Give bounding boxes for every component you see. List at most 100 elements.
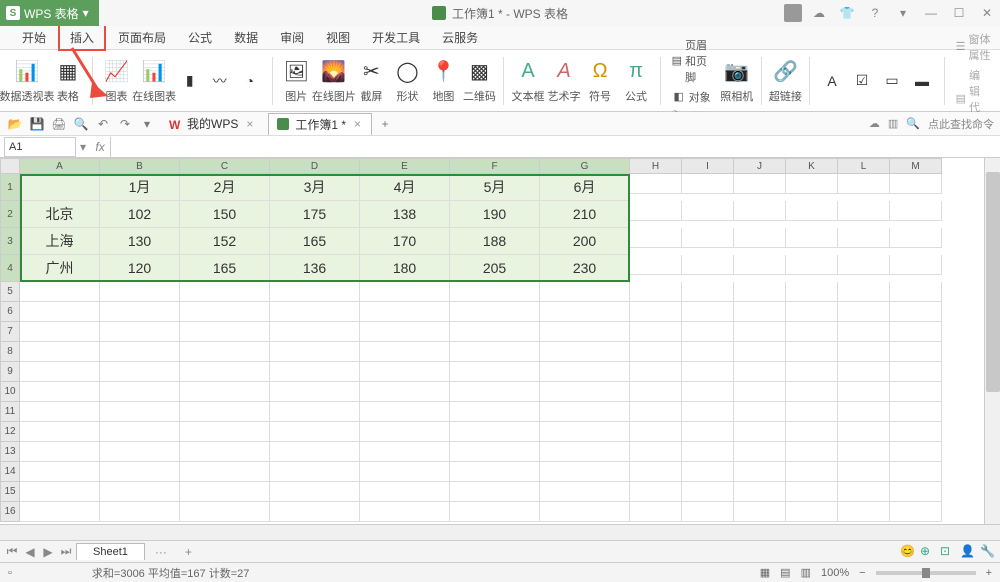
cell[interactable] bbox=[786, 482, 838, 502]
cell[interactable]: 150 bbox=[180, 201, 270, 228]
cell[interactable] bbox=[838, 502, 890, 522]
cell[interactable]: 138 bbox=[360, 201, 450, 228]
zoom-slider[interactable] bbox=[876, 571, 976, 575]
cell[interactable] bbox=[270, 282, 360, 302]
cell[interactable] bbox=[734, 362, 786, 382]
cell[interactable] bbox=[630, 422, 682, 442]
close-button[interactable]: ✕ bbox=[974, 3, 1000, 23]
cell[interactable] bbox=[786, 282, 838, 302]
ribbon-equation[interactable]: π公式 bbox=[620, 56, 652, 106]
cell[interactable] bbox=[786, 382, 838, 402]
cell[interactable] bbox=[682, 174, 734, 194]
doc-tab-mywps[interactable]: W 我的WPS × bbox=[160, 112, 264, 135]
cell[interactable] bbox=[450, 482, 540, 502]
cell[interactable] bbox=[360, 282, 450, 302]
cell[interactable] bbox=[890, 442, 942, 462]
cell[interactable] bbox=[630, 228, 682, 248]
ribbon-mini-bar[interactable]: ▮ bbox=[176, 70, 204, 92]
cell[interactable] bbox=[270, 402, 360, 422]
row-header[interactable]: 7 bbox=[0, 322, 20, 342]
cell[interactable] bbox=[734, 382, 786, 402]
col-header[interactable]: I bbox=[682, 158, 734, 174]
cell[interactable] bbox=[630, 322, 682, 342]
search-hint[interactable]: 点此查找命令 bbox=[928, 116, 994, 132]
menu-cloud[interactable]: 云服务 bbox=[432, 26, 488, 49]
cell[interactable] bbox=[890, 402, 942, 422]
cell[interactable] bbox=[838, 342, 890, 362]
cell[interactable] bbox=[360, 302, 450, 322]
tab-close-icon[interactable]: × bbox=[352, 117, 363, 131]
cell[interactable] bbox=[838, 322, 890, 342]
cell[interactable] bbox=[630, 342, 682, 362]
cell[interactable] bbox=[20, 502, 100, 522]
cell[interactable] bbox=[100, 442, 180, 462]
cell[interactable] bbox=[450, 362, 540, 382]
cell[interactable] bbox=[682, 462, 734, 482]
cell[interactable] bbox=[682, 255, 734, 275]
qat-save[interactable]: 💾 bbox=[28, 115, 46, 133]
cell[interactable] bbox=[100, 502, 180, 522]
cell[interactable]: 165 bbox=[270, 228, 360, 255]
cell[interactable] bbox=[360, 382, 450, 402]
cell[interactable] bbox=[360, 462, 450, 482]
col-header[interactable]: J bbox=[734, 158, 786, 174]
cell[interactable] bbox=[734, 422, 786, 442]
col-header[interactable]: D bbox=[270, 158, 360, 174]
col-header[interactable]: B bbox=[100, 158, 180, 174]
ribbon-mini-pie[interactable]: ◔ bbox=[236, 70, 264, 92]
cell[interactable] bbox=[890, 201, 942, 221]
cell[interactable] bbox=[786, 228, 838, 248]
cell[interactable] bbox=[100, 382, 180, 402]
row-header[interactable]: 1 bbox=[0, 174, 20, 201]
fx-icon[interactable]: fx bbox=[90, 140, 110, 154]
cell[interactable] bbox=[838, 282, 890, 302]
cell[interactable] bbox=[734, 228, 786, 248]
cell[interactable] bbox=[890, 174, 942, 194]
maximize-button[interactable]: ☐ bbox=[946, 3, 972, 23]
row-header[interactable]: 12 bbox=[0, 422, 20, 442]
cell[interactable] bbox=[838, 362, 890, 382]
cell[interactable] bbox=[20, 422, 100, 442]
cell[interactable] bbox=[180, 302, 270, 322]
col-header[interactable]: H bbox=[630, 158, 682, 174]
cell[interactable] bbox=[270, 462, 360, 482]
menu-review[interactable]: 审阅 bbox=[270, 26, 314, 49]
cell[interactable] bbox=[20, 482, 100, 502]
ribbon-table[interactable]: ▦表格 bbox=[52, 56, 84, 106]
cell[interactable] bbox=[734, 342, 786, 362]
new-tab-button[interactable]: + bbox=[376, 115, 394, 133]
row-header[interactable]: 14 bbox=[0, 462, 20, 482]
cell[interactable] bbox=[540, 502, 630, 522]
cell[interactable] bbox=[20, 282, 100, 302]
cell[interactable] bbox=[890, 422, 942, 442]
cell[interactable] bbox=[180, 402, 270, 422]
col-header[interactable]: G bbox=[540, 158, 630, 174]
qat-redo[interactable]: ↷ bbox=[116, 115, 134, 133]
cell[interactable] bbox=[630, 382, 682, 402]
name-box[interactable]: A1 bbox=[4, 137, 76, 157]
cell[interactable] bbox=[786, 322, 838, 342]
cell[interactable] bbox=[786, 174, 838, 194]
cell[interactable] bbox=[360, 442, 450, 462]
cell[interactable] bbox=[786, 502, 838, 522]
scroll-thumb[interactable] bbox=[986, 172, 1000, 392]
cell[interactable] bbox=[360, 362, 450, 382]
ribbon-wordart[interactable]: A艺术字 bbox=[548, 56, 580, 106]
ribbon-picture[interactable]: 🖼图片 bbox=[280, 56, 312, 106]
col-header[interactable]: F bbox=[450, 158, 540, 174]
cell[interactable] bbox=[838, 174, 890, 194]
cell[interactable] bbox=[20, 362, 100, 382]
tray-icon[interactable]: 😊 bbox=[900, 544, 916, 560]
cell[interactable] bbox=[838, 402, 890, 422]
cell[interactable]: 210 bbox=[540, 201, 630, 228]
cell[interactable] bbox=[890, 322, 942, 342]
cell[interactable] bbox=[786, 422, 838, 442]
ribbon-header-footer[interactable]: ▤页眉和页脚 bbox=[669, 36, 717, 86]
cell[interactable] bbox=[20, 442, 100, 462]
ribbon-screenshot[interactable]: ✂截屏 bbox=[355, 56, 387, 106]
cloud-sync-icon[interactable]: ☁ bbox=[869, 117, 880, 130]
sheet-nav-next[interactable]: ▶ bbox=[40, 545, 56, 559]
qat-open[interactable]: 📂 bbox=[6, 115, 24, 133]
menu-formula[interactable]: 公式 bbox=[178, 26, 222, 49]
cell[interactable] bbox=[180, 382, 270, 402]
